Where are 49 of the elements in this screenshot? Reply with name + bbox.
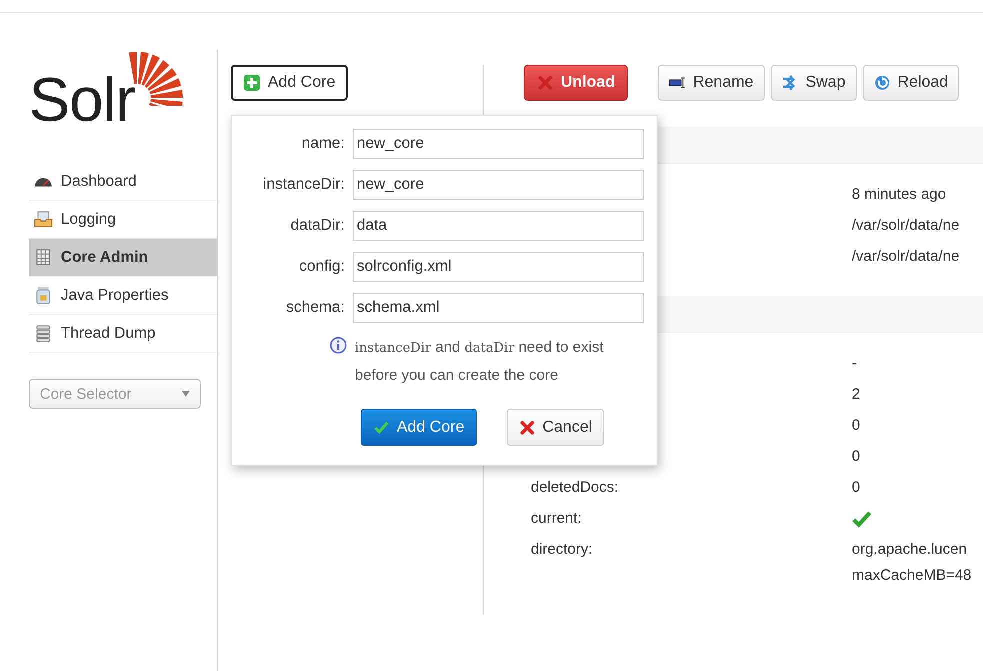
field-value: 8 minutes ago [852,186,946,203]
caret-icon [182,391,190,397]
text-cursor-icon [669,75,686,91]
input-field[interactable]: new_core [353,129,644,159]
input-field[interactable]: data [353,211,644,241]
swap-button[interactable]: Swap [770,65,857,101]
field-label: dataDir: [290,217,345,235]
field-label: config: [298,258,345,276]
checkmark-icon [852,510,872,528]
cross-icon [537,75,554,91]
field-label: instanceDir: [262,176,345,194]
add-core-confirm-button[interactable]: Add Core [361,409,477,446]
stack-icon [34,324,53,343]
info-icon [330,337,347,354]
table-icon [34,248,53,267]
field-value: org.apache.lucen [852,541,968,558]
jar-icon [34,286,53,305]
nav-item[interactable]: Thread Dump [29,315,217,353]
field-label: name: [300,135,345,153]
field-label: schema: [285,299,345,317]
field-label: current: [531,510,583,527]
field-value: /var/solr/data/ne [852,248,960,265]
field-label: directory: [531,541,594,558]
nav-item[interactable]: Core Admin [29,239,217,277]
info-note: instanceDir and dataDir need to exist before you can create the core [355,338,605,386]
nav-item[interactable]: Dashboard [29,163,217,201]
input-field[interactable]: schema.xml [353,293,644,323]
logo-wordmark: Solr [29,70,136,132]
plus-icon [243,74,261,92]
field-value: 0 [852,417,860,434]
field-value: 2 [852,386,860,403]
field-value: - [852,355,857,372]
field-value: /var/solr/data/ne [852,217,960,234]
input-field[interactable]: new_core [353,170,644,200]
field-label: deletedDocs: [531,479,620,496]
cross-icon [518,420,536,436]
nav-item[interactable]: Java Properties [29,277,217,315]
field-value: 0 [852,479,860,496]
add-core-button[interactable]: Add Core [231,65,348,101]
tray-icon [34,210,53,229]
field-value: maxCacheMB=48 [852,567,972,584]
input-field[interactable]: solrconfig.xml [353,252,644,282]
field-value: 0 [852,448,860,465]
rename-button[interactable]: Rename [658,65,765,101]
cancel-button[interactable]: Cancel [506,409,604,446]
unload-button[interactable]: Unload [524,65,628,101]
checkmark-icon [373,420,390,436]
reload-button[interactable]: Reload [862,65,960,101]
reload-icon [874,75,891,91]
